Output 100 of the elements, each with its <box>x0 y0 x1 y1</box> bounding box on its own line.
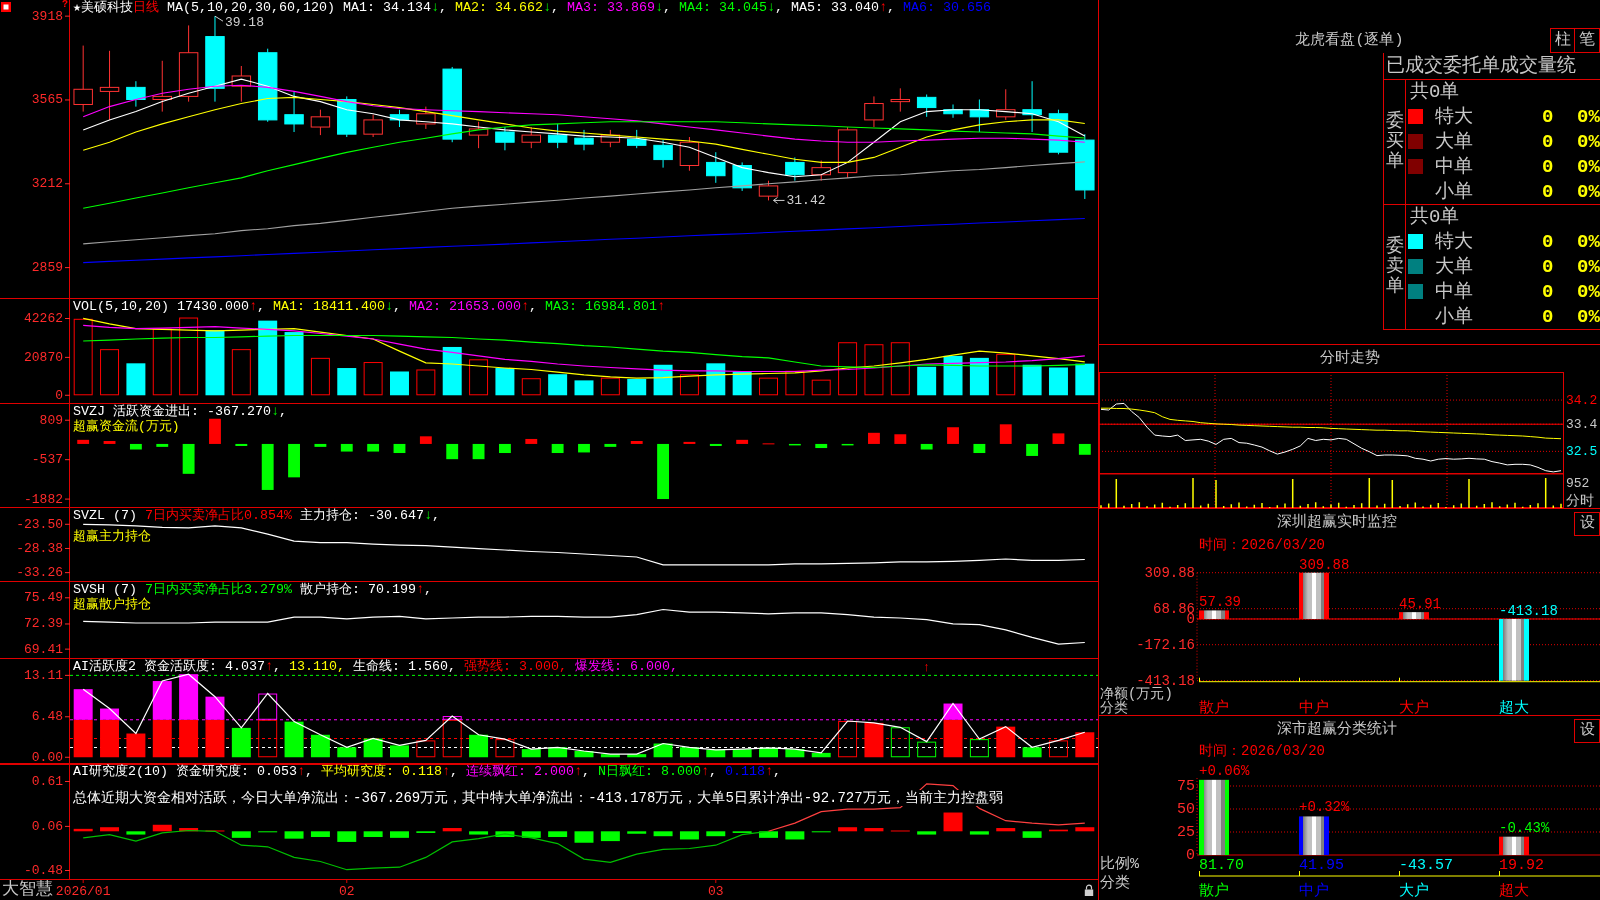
order-type-label: 小单 <box>1434 304 1474 329</box>
fund-flow-bar <box>340 443 353 452</box>
bar-value-label: -43.57 <box>1399 856 1453 874</box>
legend-label: MA1: 34.134 <box>343 1 431 14</box>
candlestick <box>969 99 990 133</box>
axis-tick-label: 3918 <box>31 8 63 24</box>
legend-label: MA2: 34.662 <box>455 1 543 14</box>
candlestick <box>574 129 594 151</box>
signal-arrow: ↑ <box>922 659 931 675</box>
category-label: 超大 <box>1499 699 1529 715</box>
count-value: 0 <box>1542 129 1555 154</box>
research-bar <box>864 828 884 832</box>
research-bar <box>653 831 673 837</box>
date-axis-label: 2026/01 <box>55 883 111 899</box>
research-bar <box>785 831 805 840</box>
share-value: 0% <box>1577 304 1600 329</box>
date-label: 时间：2026/03/20 <box>1199 744 1325 758</box>
fund-flow-bar <box>657 443 669 500</box>
fund-flow-bar <box>472 443 485 460</box>
research-bar <box>390 831 409 838</box>
fund-flow-bar <box>999 424 1012 444</box>
research-bar <box>548 831 568 837</box>
view-toggle-button[interactable]: 柱 <box>1550 28 1575 53</box>
legend-label: N日飘红: 8.000 <box>598 765 701 778</box>
brand-label: 大智慧 <box>2 880 53 900</box>
legend-label: MA4: 34.045 <box>678 1 767 14</box>
research-bar <box>574 831 594 843</box>
activity-bar <box>73 689 93 720</box>
candlestick <box>864 95 884 128</box>
fund-flow-bar <box>973 443 986 453</box>
fund-flow-bar <box>683 441 696 444</box>
bar-value-label: 41.95 <box>1299 856 1344 874</box>
panel-title: 分时走势 <box>1319 348 1380 369</box>
change-label: +0.32% <box>1299 799 1350 816</box>
fund-flow-bar <box>393 443 406 453</box>
fund-flow-bar <box>578 443 590 453</box>
lock-icon[interactable] <box>1084 884 1094 896</box>
candlestick <box>337 95 357 138</box>
settings-button[interactable]: 设 <box>1574 719 1600 743</box>
axis-tick-label: 3565 <box>31 92 63 108</box>
help-mark[interactable]: ? <box>62 0 68 10</box>
square-icon[interactable] <box>1 2 11 12</box>
legend-label: MA3: 16984.801 <box>544 300 657 313</box>
research-bar <box>969 831 989 835</box>
legend-label: 7日内买卖净占比0.854% <box>145 509 292 522</box>
category-label: 大户 <box>1399 699 1429 715</box>
legend-label: MA(5,10,20,30,60,120) <box>167 1 335 14</box>
net-flow-bar <box>1299 572 1329 619</box>
candlestick <box>416 106 436 130</box>
legend-label: 资金研究度: 0.053 <box>176 765 297 778</box>
bar-value-label: 57.39 <box>1199 594 1241 611</box>
fund-flow-bar <box>1052 433 1065 444</box>
legend-label: 平均研究度: 0.118 <box>321 765 442 778</box>
bar-value-label: 19.92 <box>1499 856 1544 874</box>
share-value: 0% <box>1577 279 1600 304</box>
candlestick <box>495 126 515 151</box>
research-bar <box>679 831 699 840</box>
category-label: 散户 <box>1199 882 1229 900</box>
candlestick <box>943 104 963 119</box>
change-label: +0.06% <box>1199 762 1250 779</box>
share-value: 0% <box>1577 104 1600 129</box>
count-value: 0 <box>1542 279 1555 304</box>
fund-flow-bar <box>314 443 327 447</box>
axis-title: 比例% <box>1100 855 1139 873</box>
research-bar <box>838 827 858 832</box>
axis-tick-label: 20870 <box>24 349 63 365</box>
fund-flow-bar <box>129 443 142 450</box>
axis-tick-label: 0.06 <box>31 818 63 834</box>
panel-title: 深市超赢分类统计 <box>1276 719 1397 740</box>
candlestick <box>231 65 252 103</box>
legend-label: 资金活跃度: 4.037 <box>144 660 265 673</box>
net-flow-bar <box>1399 612 1429 619</box>
candlestick <box>284 90 304 133</box>
category-label: 超大 <box>1499 882 1529 900</box>
research-bar <box>126 831 146 835</box>
candlestick <box>679 136 700 172</box>
settings-button[interactable]: 设 <box>1574 512 1600 536</box>
net-flow-bar <box>1199 610 1229 619</box>
count-value: 0 <box>1542 154 1555 179</box>
indicator-caption: 超赢主力持仓 <box>73 530 151 544</box>
legend-label: MA2: 21653.000 <box>408 300 521 313</box>
fund-flow-bar <box>1078 443 1091 455</box>
axis-tick-label: -23.50 <box>16 516 63 532</box>
axis-tick-label: 72.39 <box>24 616 63 632</box>
axis-title: 分类 <box>1100 700 1128 715</box>
candlestick <box>389 109 410 128</box>
legend-label: SVSH (7) <box>73 583 137 596</box>
fund-flow-bar <box>156 443 169 447</box>
axis-tick-label: 33.4 <box>1566 416 1598 432</box>
research-bar <box>1048 829 1068 832</box>
axis-tick-label: 75.49 <box>24 590 63 606</box>
candlestick <box>468 121 489 149</box>
panel-title: 深圳超赢实时监控 <box>1276 512 1397 533</box>
research-bar <box>943 812 963 832</box>
fund-flow-bar <box>736 439 749 444</box>
fund-flow-bar <box>261 443 274 490</box>
view-toggle-button[interactable]: 笔 <box>1575 28 1600 53</box>
research-bar <box>179 828 199 832</box>
fund-flow-bar <box>841 443 854 446</box>
share-value: 0% <box>1577 179 1600 204</box>
